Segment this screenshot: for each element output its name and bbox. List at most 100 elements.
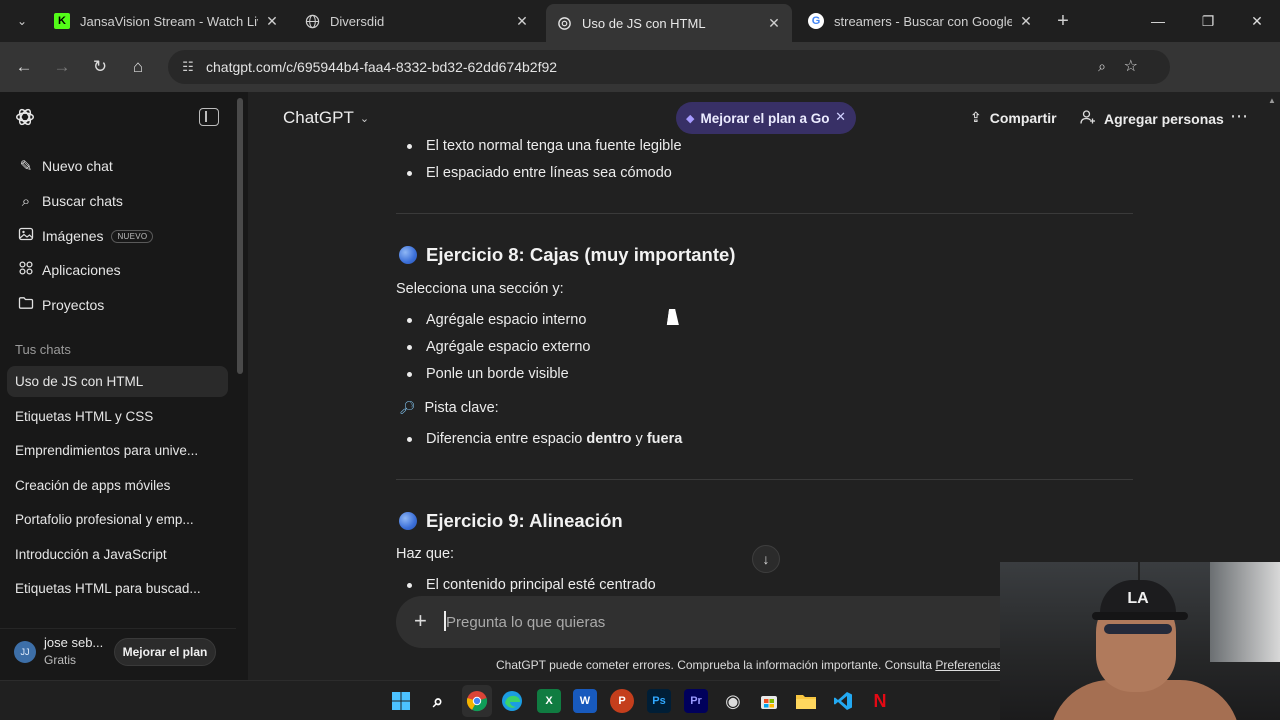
model-name: ChatGPT <box>283 108 354 127</box>
sidebar-item-new-chat[interactable]: ✎ Nuevo chat <box>8 150 230 182</box>
list-item-text: Agrégale espacio externo <box>426 339 591 355</box>
list-item-text: El contenido principal esté centrado <box>426 577 656 593</box>
hint-bold-outside: fuera <box>646 431 683 447</box>
heading-text: Ejercicio 8: Cajas (muy importante) <box>426 244 736 265</box>
scroll-up-arrow-icon[interactable]: ▲ <box>1268 96 1276 105</box>
tab-jansavision[interactable]: K JansaVision Stream - Watch Live o ✕ <box>44 4 290 38</box>
excel-icon[interactable]: X <box>537 689 561 713</box>
bullet-dot <box>407 143 412 149</box>
store-icon[interactable] <box>757 689 781 713</box>
tab-uso-de-js[interactable]: Uso de JS con HTML ✕ <box>546 4 792 42</box>
bookmark-star-icon[interactable]: ☆ <box>1124 56 1138 76</box>
close-window-icon[interactable]: ✕ <box>1242 8 1272 34</box>
list-item-text: El espaciado entre líneas sea cómodo <box>426 165 672 181</box>
exercise-8-heading: Ejercicio 8: Cajas (muy importante) <box>399 244 735 266</box>
tab-close-icon[interactable]: ✕ <box>1018 13 1034 30</box>
cap-brim <box>1092 612 1188 620</box>
list-item: El texto normal tenga una fuente legible <box>407 138 682 154</box>
attach-plus-icon[interactable]: + <box>414 608 427 634</box>
scrollbar-thumb[interactable] <box>237 98 243 374</box>
chat-item[interactable]: Emprendimientos para unive... <box>7 435 228 466</box>
sidebar-toggle-icon[interactable] <box>199 108 219 126</box>
close-icon[interactable]: ✕ <box>835 109 846 125</box>
chat-item[interactable]: Uso de JS con HTML <box>7 366 228 397</box>
tab-title: Diversdid <box>330 13 385 29</box>
tab-close-icon[interactable]: ✕ <box>514 13 530 30</box>
vscode-icon[interactable] <box>831 689 855 713</box>
restore-icon[interactable]: ❐ <box>1193 8 1223 34</box>
bullet-dot <box>407 436 412 442</box>
sidebar-item-search[interactable]: ⌕ Buscar chats <box>8 185 230 217</box>
blue-circle-icon <box>399 246 417 264</box>
share-button[interactable]: ⇪ Compartir <box>970 109 1057 126</box>
sidebar-item-images[interactable]: Imágenes NUEVO <box>8 220 230 252</box>
webcam-overlay: LA <box>1000 562 1280 720</box>
back-icon[interactable]: ← <box>11 54 37 80</box>
openai-logo-icon[interactable] <box>14 106 38 130</box>
tab-title: streamers - Buscar con Google <box>834 13 1012 29</box>
home-icon[interactable]: ⌂ <box>125 54 151 80</box>
exercise-9-heading: Ejercicio 9: Alineación <box>399 510 623 532</box>
globe-icon <box>304 13 320 29</box>
sidebar-scrollbar[interactable] <box>236 96 244 672</box>
exercise-8-intro: Selecciona una sección y: <box>396 281 564 297</box>
minimize-icon[interactable]: — <box>1143 8 1173 34</box>
list-item: El espaciado entre líneas sea cómodo <box>407 165 672 181</box>
obs-icon[interactable]: ◉ <box>721 689 745 713</box>
list-item: Agrégale espacio interno <box>407 312 586 328</box>
list-fade <box>0 608 236 628</box>
tab-google-search[interactable]: G streamers - Buscar con Google ✕ <box>798 4 1044 38</box>
add-person-icon <box>1080 109 1096 128</box>
premiere-icon[interactable]: Pr <box>684 689 708 713</box>
sidebar-item-apps[interactable]: Aplicaciones <box>8 254 230 286</box>
forward-icon[interactable]: → <box>49 54 75 80</box>
url-text[interactable]: chatgpt.com/c/695944b4-faa4-8332-bd32-62… <box>206 59 557 75</box>
chat-item[interactable]: Portafolio profesional y emp... <box>7 504 228 535</box>
list-item-text: El texto normal tenga una fuente legible <box>426 138 682 154</box>
diamond-icon: ◆ <box>686 112 695 125</box>
site-settings-icon[interactable]: ☷ <box>176 59 200 75</box>
upgrade-plan-button[interactable]: Mejorar el plan <box>114 638 216 666</box>
sidebar-item-projects[interactable]: Proyectos <box>8 289 230 321</box>
disclaimer: ChatGPT puede cometer errores. Comprueba… <box>496 658 1029 672</box>
netflix-icon[interactable]: N <box>868 689 892 713</box>
blue-circle-icon <box>399 512 417 530</box>
tab-title: Uso de JS con HTML <box>582 15 706 31</box>
chat-item[interactable]: Introducción a JavaScript <box>7 539 228 570</box>
reload-icon[interactable]: ↻ <box>87 54 113 80</box>
share-label: Compartir <box>989 109 1057 126</box>
hint-label-text: Pista clave: <box>424 400 499 416</box>
hint-mid: y <box>631 431 647 447</box>
add-people-button[interactable]: Agregar personas <box>1080 109 1224 128</box>
user-account-row[interactable]: JJ jose seb... Gratis Mejorar el plan <box>0 628 236 680</box>
address-bar[interactable]: ☷ chatgpt.com/c/695944b4-faa4-8332-bd32-… <box>168 50 1170 84</box>
windows-start-icon[interactable] <box>389 689 413 713</box>
model-selector[interactable]: ChatGPT ⌄ <box>283 108 369 128</box>
photoshop-icon[interactable]: Ps <box>647 689 671 713</box>
chat-item[interactable]: Etiquetas HTML para buscad... <box>7 573 228 604</box>
chrome-icon[interactable] <box>465 689 489 713</box>
search-icon[interactable]: ⌕ <box>426 689 450 713</box>
tab-diversdid[interactable]: Diversdid ✕ <box>294 4 540 38</box>
bullet-dot <box>407 582 412 588</box>
powerpoint-icon[interactable]: P <box>610 689 634 713</box>
tab-close-icon[interactable]: ✕ <box>264 13 280 30</box>
chat-item[interactable]: Creación de apps móviles <box>7 470 228 501</box>
google-icon: G <box>808 13 824 29</box>
divider <box>396 213 1133 214</box>
user-plan: Gratis <box>44 653 77 667</box>
more-options-icon[interactable]: ⋯ <box>1230 106 1248 127</box>
share-icon: ⇪ <box>970 109 982 125</box>
prompt-input[interactable] <box>446 610 1006 634</box>
file-explorer-icon[interactable] <box>794 689 818 713</box>
zoom-icon[interactable]: ⌕ <box>1098 58 1106 75</box>
tab-close-icon[interactable]: ✕ <box>766 15 782 32</box>
new-tab-button[interactable]: + <box>1052 10 1074 32</box>
word-icon[interactable]: W <box>573 689 597 713</box>
upgrade-go-pill[interactable]: ◆ Mejorar el plan a Go ✕ <box>676 102 856 134</box>
edge-icon[interactable] <box>500 689 524 713</box>
chat-item[interactable]: Etiquetas HTML y CSS <box>7 401 228 432</box>
scroll-to-bottom-button[interactable]: ↓ <box>752 545 780 573</box>
kick-favicon-icon: K <box>54 13 70 29</box>
tab-search-dropdown[interactable]: ⌄ <box>8 8 36 34</box>
